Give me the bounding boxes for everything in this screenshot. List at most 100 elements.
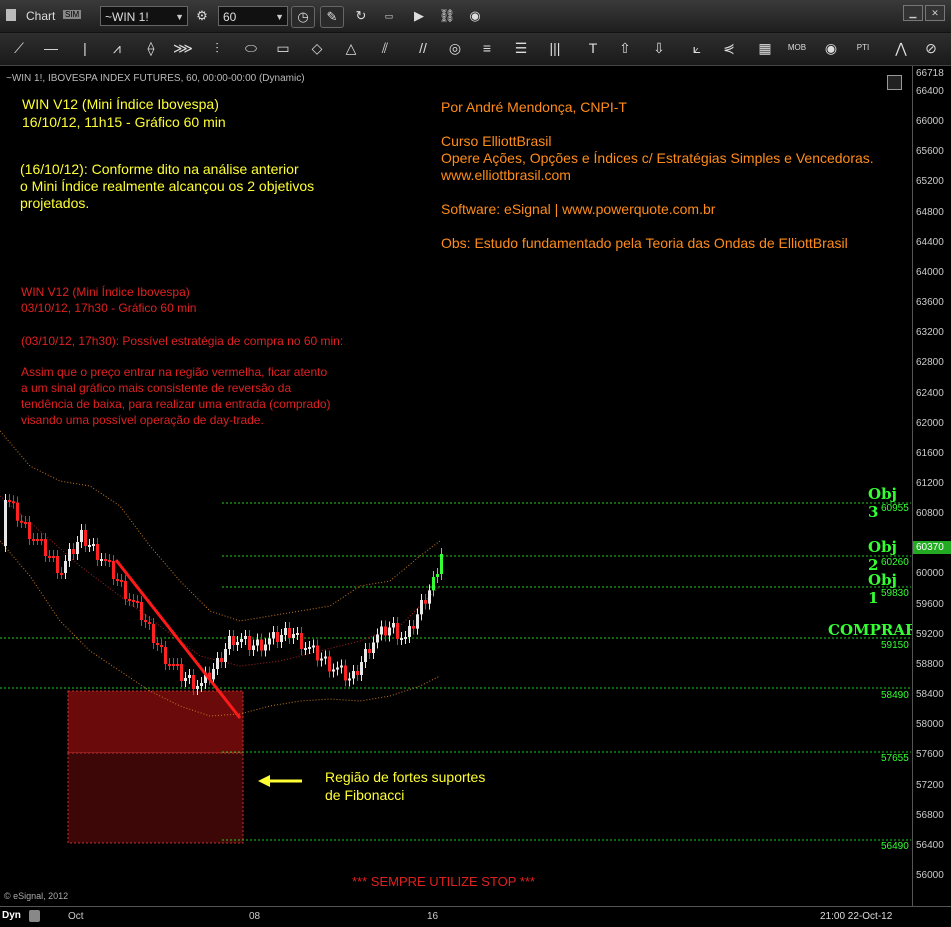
- line-tool-icon[interactable]: ⟋: [6, 37, 32, 59]
- text-tool-icon[interactable]: T: [580, 37, 606, 59]
- obj2-value: 60260: [881, 557, 909, 568]
- prev-text-4: visando uma possível operação de day-tra…: [21, 413, 264, 427]
- gann-fan-tool-icon[interactable]: ⋙: [170, 37, 196, 59]
- close-button[interactable]: ✕: [925, 5, 945, 21]
- grid-tool-icon[interactable]: ▦: [752, 37, 778, 59]
- candle-body: [112, 561, 115, 579]
- candle-body: [104, 559, 107, 561]
- candle-body: [304, 648, 307, 650]
- target-tool-icon[interactable]: ◎: [442, 37, 468, 59]
- time-label-oct: Oct: [68, 911, 84, 922]
- candle-body: [280, 635, 283, 642]
- fibonacci-retracement-icon[interactable]: ≡: [474, 37, 500, 59]
- candle-body: [260, 639, 263, 651]
- candle-body: [336, 667, 339, 670]
- triangle-tool-icon[interactable]: △: [338, 37, 364, 59]
- candle-body: [416, 614, 419, 629]
- price-tick-label: 65600: [916, 146, 944, 158]
- price-tick-label: 56400: [916, 839, 944, 851]
- candle-body: [388, 627, 391, 636]
- candle-body: [372, 642, 375, 653]
- price-tick-label: 57600: [916, 749, 944, 761]
- study-icon[interactable]: ▭: [378, 6, 400, 26]
- candle-body: [368, 649, 371, 653]
- fan-tool-icon[interactable]: ⟠: [138, 37, 164, 59]
- price-tick-label: 65200: [916, 176, 944, 188]
- rectangle-tool-icon[interactable]: ▭: [270, 37, 296, 59]
- time-axis[interactable]: Dyn Oct 08 16 21:00 22-Oct-12: [0, 906, 951, 927]
- arrow-down-tool-icon[interactable]: ⇩: [646, 37, 672, 59]
- time-zones-icon[interactable]: |||: [542, 37, 568, 59]
- candle-body: [16, 502, 19, 521]
- interval-settings-icon[interactable]: ⚙: [191, 6, 213, 26]
- ellipse-tool-icon[interactable]: ⬭: [238, 37, 264, 59]
- candle-body: [348, 678, 351, 681]
- chart-window-icon: [6, 9, 16, 21]
- candle-body: [212, 669, 215, 680]
- price-tick-label: 59600: [916, 598, 944, 610]
- candle-body: [216, 658, 219, 669]
- candle-body: [392, 623, 395, 628]
- candle-body: [404, 637, 407, 639]
- candle-body: [192, 675, 195, 689]
- parallel-lines-tool-icon[interactable]: //: [410, 37, 436, 59]
- price-tick-label: 57200: [916, 779, 944, 791]
- fibonacci-extension-icon[interactable]: ☰: [508, 37, 534, 59]
- candle-body: [128, 599, 131, 601]
- candle-body: [356, 671, 359, 675]
- candle-body: [420, 600, 423, 615]
- candle-body: [252, 645, 255, 650]
- price-tick-label: 56800: [916, 809, 944, 821]
- arrow-up-tool-icon[interactable]: ⇧: [612, 37, 638, 59]
- pti-tool-icon[interactable]: PTI: [850, 37, 876, 59]
- price-tick-label: 63600: [916, 297, 944, 309]
- stop-icon[interactable]: ◉: [464, 6, 486, 26]
- candle-body: [88, 545, 91, 547]
- note-author: Por André Mendonça, CNPI-T: [441, 99, 627, 115]
- clock-icon[interactable]: ◷: [291, 6, 315, 28]
- play-icon[interactable]: ▶: [408, 6, 430, 26]
- candle-body: [172, 664, 175, 666]
- channel-tool-icon[interactable]: ⫽: [372, 37, 398, 59]
- lock-icon[interactable]: [29, 910, 40, 922]
- price-tick-label: 66000: [916, 116, 944, 128]
- candle-body: [188, 675, 191, 678]
- candle-body: [232, 636, 235, 645]
- symbol-value: ~WIN 1!: [105, 10, 149, 24]
- prev-title-2: 03/10/12, 17h30 - Gráfico 60 min: [21, 301, 197, 315]
- horizontal-line-tool-icon[interactable]: —: [38, 37, 64, 59]
- link-icon[interactable]: ⛓: [436, 6, 458, 26]
- refresh-icon[interactable]: ↻: [350, 6, 372, 26]
- speed-lines-tool-icon[interactable]: ⫶: [204, 37, 230, 59]
- andrews-pitchfork-icon[interactable]: ⋞: [716, 37, 742, 59]
- mob-tool-icon[interactable]: MOB: [784, 37, 810, 59]
- level-58490-value: 58490: [881, 690, 909, 701]
- vertical-line-tool-icon[interactable]: |: [72, 37, 98, 59]
- interval-combo[interactable]: 60 ▼: [218, 6, 288, 26]
- candle-body: [376, 634, 379, 643]
- candle-body: [4, 500, 7, 546]
- price-tick-label: 60000: [916, 568, 944, 580]
- eraser-tool-icon[interactable]: ◇: [304, 37, 330, 59]
- price-tick-label: 64800: [916, 206, 944, 218]
- candle-body: [140, 602, 143, 620]
- symbol-combo[interactable]: ~WIN 1! ▼: [100, 6, 188, 26]
- candle-body: [224, 649, 227, 662]
- zigzag-tool-icon[interactable]: ⋀: [888, 37, 914, 59]
- candle-body: [20, 520, 23, 523]
- candle-body: [36, 539, 39, 541]
- cycle-tool-icon[interactable]: ⟀: [684, 37, 710, 59]
- candle-body: [340, 665, 343, 668]
- more-tools-icon[interactable]: ⊘: [918, 37, 944, 59]
- maximize-pane-icon[interactable]: [887, 75, 902, 90]
- minimize-button[interactable]: ▁: [903, 5, 923, 21]
- elliott-wave-tool-icon[interactable]: ⩘: [104, 37, 130, 59]
- dyn-mode-label[interactable]: Dyn: [2, 910, 21, 921]
- chart-plot-area[interactable]: ~WIN 1!, IBOVESPA INDEX FUTURES, 60, 00:…: [0, 66, 917, 906]
- price-axis[interactable]: 66718 66400 66000 65600 65200 64800 64400 6400…: [912, 66, 951, 906]
- candle-body: [168, 664, 171, 666]
- draw-pencil-icon[interactable]: ✎: [320, 6, 344, 28]
- eye-tool-icon[interactable]: ◉: [818, 37, 844, 59]
- candle-body: [196, 686, 199, 689]
- support-zone-lower: [67, 752, 244, 844]
